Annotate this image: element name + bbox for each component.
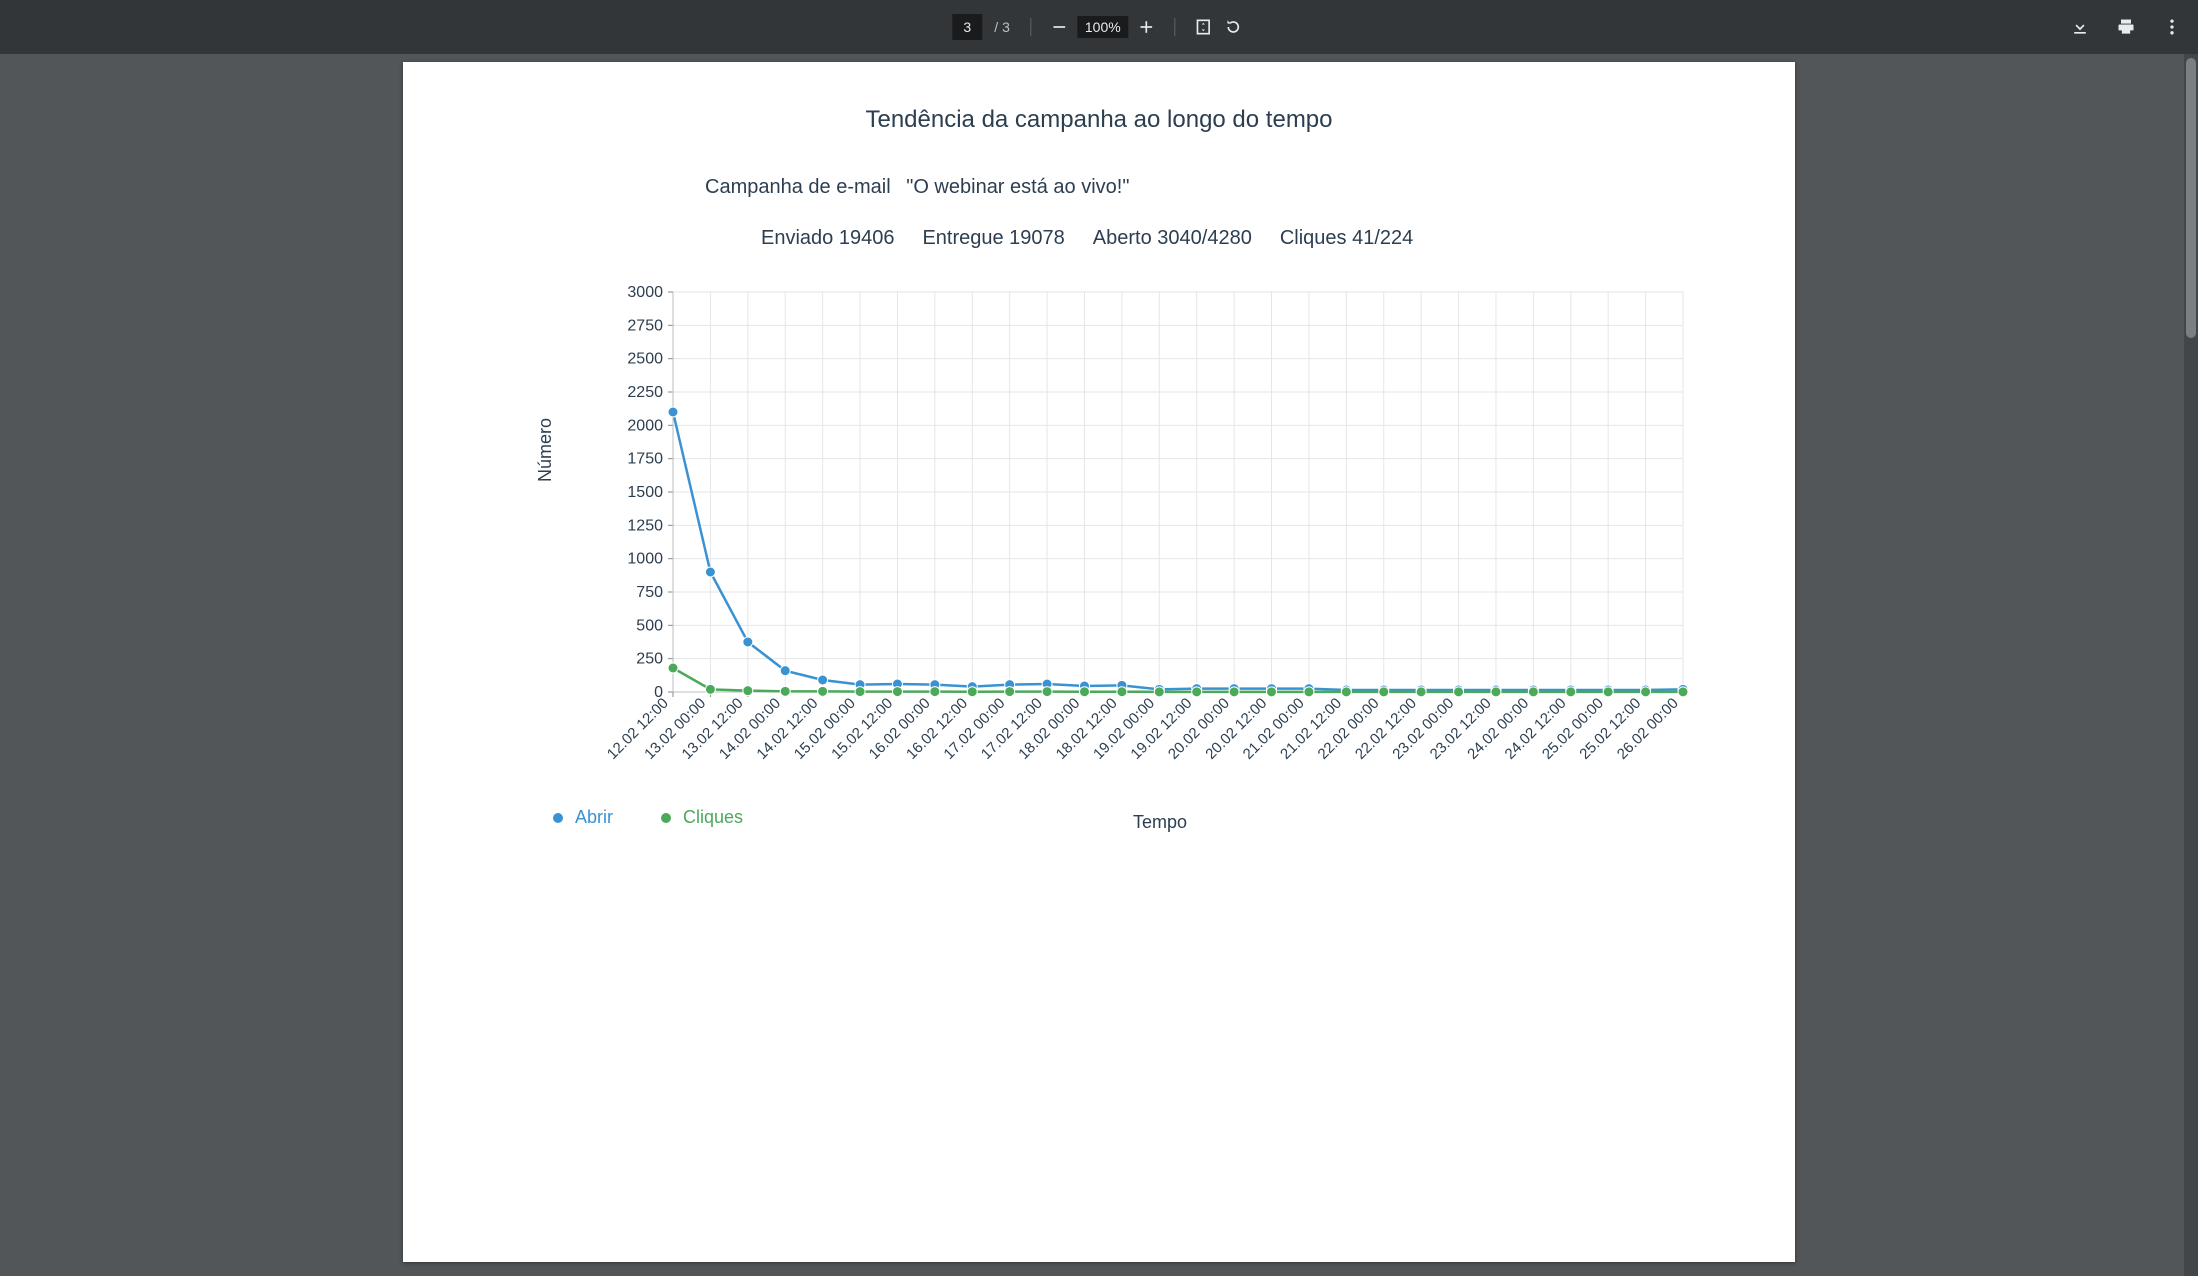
data-point (668, 407, 678, 417)
y-tick-label: 2500 (627, 351, 663, 368)
stat-delivered: Entregue 19078 (922, 227, 1064, 250)
data-point (1267, 687, 1277, 697)
data-point (1005, 687, 1015, 697)
data-point (1154, 687, 1164, 697)
data-point (780, 666, 790, 676)
data-point (1566, 687, 1576, 697)
page-total-label: / 3 (988, 19, 1014, 35)
plus-icon (1137, 17, 1157, 37)
legend-label: Abrir (575, 807, 613, 828)
data-point (1079, 687, 1089, 697)
data-point (818, 686, 828, 696)
data-point (1491, 687, 1501, 697)
data-point (930, 687, 940, 697)
y-tick-label: 2750 (627, 317, 663, 334)
data-point (1603, 687, 1613, 697)
data-point (743, 686, 753, 696)
y-tick-label: 1250 (627, 517, 663, 534)
y-tick-label: 3000 (627, 284, 663, 301)
minus-icon (1049, 17, 1069, 37)
stat-opened: Aberto 3040/4280 (1093, 227, 1252, 250)
y-tick-label: 1750 (627, 451, 663, 468)
data-point (780, 686, 790, 696)
campaign-name: "O webinar está ao vivo!" (906, 176, 1129, 198)
toolbar-separator (1175, 18, 1176, 36)
y-axis-title: Número (535, 418, 556, 482)
data-point (1304, 687, 1314, 697)
page-total-value: 3 (1002, 19, 1010, 35)
chart-svg: 0250500750100012501500175020002250250027… (553, 282, 1703, 822)
data-point (1454, 687, 1464, 697)
data-point (892, 687, 902, 697)
legend-item-open: Abrir (553, 807, 613, 828)
data-point (705, 567, 715, 577)
legend-label: Cliques (683, 807, 743, 828)
stat-clicks: Cliques 41/224 (1280, 227, 1413, 250)
data-point (818, 675, 828, 685)
y-tick-label: 250 (636, 651, 663, 668)
pdf-toolbar: / 3 100% (0, 0, 2198, 54)
legend-dot-icon (553, 813, 563, 823)
fit-page-button[interactable] (1192, 15, 1216, 39)
y-tick-label: 1000 (627, 551, 663, 568)
plot-area: Número 025050075010001250150017502000225… (553, 282, 1795, 842)
data-point (1678, 687, 1688, 697)
data-point (855, 687, 865, 697)
rotate-button[interactable] (1222, 15, 1246, 39)
data-point (743, 637, 753, 647)
data-point (1042, 687, 1052, 697)
x-axis-title: Tempo (1133, 812, 1187, 833)
zoom-level-label: 100% (1077, 16, 1129, 38)
legend-item-clicks: Cliques (661, 807, 743, 828)
document-viewport[interactable]: Tendência da campanha ao longo do tempo … (0, 54, 2198, 1276)
y-tick-label: 2250 (627, 384, 663, 401)
stat-sent: Enviado 19406 (761, 227, 894, 250)
print-button[interactable] (2114, 15, 2138, 39)
vertical-scrollbar[interactable] (2184, 54, 2198, 1276)
data-point (1117, 687, 1127, 697)
data-point (1379, 687, 1389, 697)
toolbar-separator (1030, 18, 1031, 36)
data-point (967, 687, 977, 697)
print-icon (2116, 17, 2136, 37)
more-vertical-icon (2162, 17, 2182, 37)
download-button[interactable] (2068, 15, 2092, 39)
pdf-page: Tendência da campanha ao longo do tempo … (403, 62, 1795, 1262)
more-button[interactable] (2160, 15, 2184, 39)
fit-page-icon (1194, 17, 1214, 37)
toolbar-center-group: / 3 100% (952, 14, 1245, 40)
scrollbar-thumb[interactable] (2186, 58, 2196, 338)
download-icon (2070, 17, 2090, 37)
data-point (1192, 687, 1202, 697)
rotate-icon (1224, 17, 1244, 37)
data-point (705, 684, 715, 694)
legend-dot-icon (661, 813, 671, 823)
series-line-open (673, 412, 1683, 690)
y-tick-label: 2000 (627, 417, 663, 434)
y-tick-label: 750 (636, 584, 663, 601)
zoom-in-button[interactable] (1135, 15, 1159, 39)
data-point (1341, 687, 1351, 697)
campaign-label: Campanha de e-mail (705, 176, 891, 198)
page-number-input[interactable] (952, 14, 982, 40)
toolbar-right-group (2068, 15, 2184, 39)
campaign-row: Campanha de e-mail "O webinar está ao vi… (403, 176, 1795, 199)
data-point (1229, 687, 1239, 697)
y-tick-label: 500 (636, 617, 663, 634)
data-point (1641, 687, 1651, 697)
zoom-out-button[interactable] (1047, 15, 1071, 39)
stats-row: Enviado 19406 Entregue 19078 Aberto 3040… (403, 227, 1795, 250)
legend: Abrir Cliques (553, 807, 743, 828)
data-point (1528, 687, 1538, 697)
chart-title: Tendência da campanha ao longo do tempo (403, 106, 1795, 134)
chart-container: Tendência da campanha ao longo do tempo … (403, 62, 1795, 842)
y-tick-label: 1500 (627, 484, 663, 501)
data-point (668, 663, 678, 673)
data-point (1416, 687, 1426, 697)
